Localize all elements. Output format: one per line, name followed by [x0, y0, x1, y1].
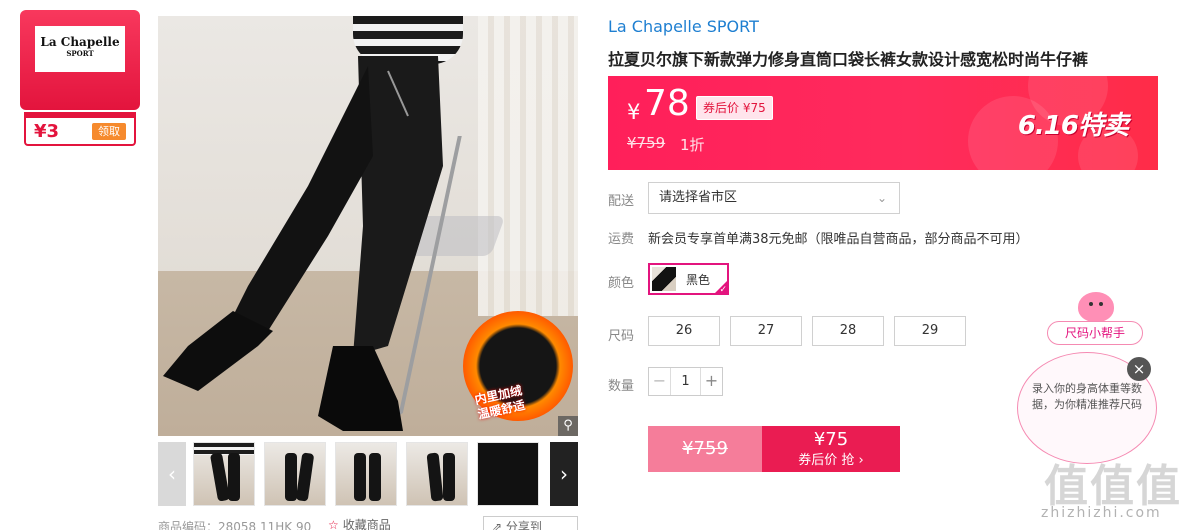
brand-logo: La Chapelle SPORT	[35, 26, 125, 72]
region-select-value: 请选择省市区	[659, 190, 738, 205]
discount-label: 1折	[680, 136, 705, 154]
check-icon: ✓	[719, 285, 727, 295]
thumbnail-1[interactable]	[193, 442, 255, 506]
color-option-label: 黑色	[686, 273, 711, 287]
site-watermark: 值值值 zhizhizhi.com	[1040, 450, 1190, 528]
thumbnail-3[interactable]	[335, 442, 397, 506]
favorite-button[interactable]: ☆ 收藏商品	[328, 516, 391, 530]
brand-logo-name: La Chapelle	[40, 35, 120, 49]
size-option-29[interactable]: 29	[894, 316, 966, 346]
price-symbol: ¥	[627, 100, 641, 124]
coupon-claim-button[interactable]: 领取	[92, 123, 126, 140]
chevron-down-icon: ⌄	[876, 191, 887, 205]
share-button[interactable]: ⇗ 分享到	[483, 516, 578, 530]
thumbnail-5[interactable]	[477, 442, 539, 506]
buy-with-coupon-button[interactable]: ¥75 券后价 抢 ›	[762, 426, 900, 472]
color-swatch	[652, 267, 676, 291]
brand-link[interactable]: La Chapelle SPORT	[608, 17, 759, 36]
main-product-image[interactable]: 内里加绒 温暖舒适 ⚲	[158, 16, 578, 436]
size-helper-text: 录入你的身高体重等数据，为你精准推荐尺码	[1032, 382, 1142, 411]
quantity-plus-button[interactable]: +	[700, 368, 722, 395]
thumbnail-2[interactable]	[264, 442, 326, 506]
coupon-price-badge: 券后价 ¥75	[696, 96, 773, 120]
product-code: 商品编码：28058 11HK 90	[158, 520, 312, 530]
favorite-label: 收藏商品	[342, 518, 391, 530]
size-option-27[interactable]: 27	[730, 316, 802, 346]
shipping-label: 运费	[608, 232, 635, 247]
product-title: 拉夏贝尔旗下新款弹力修身直筒口袋长裤女款设计感宽松时尚牛仔裤	[608, 50, 1089, 69]
mascot-icon[interactable]	[1078, 292, 1114, 322]
price-value: 78	[644, 83, 690, 124]
size-option-26[interactable]: 26	[648, 316, 720, 346]
brand-card[interactable]: La Chapelle SPORT	[20, 10, 140, 110]
original-price: ¥759	[627, 134, 666, 152]
buy-label: 券后价 抢 ›	[798, 453, 864, 468]
buy-price: ¥75	[813, 429, 849, 450]
coupon-amount: ¥3	[34, 121, 60, 142]
thumbnail-next-button[interactable]: ›	[550, 442, 578, 506]
region-select[interactable]: 请选择省市区 ⌄	[648, 182, 900, 214]
price-banner: ¥ 78 券后价 ¥75 ¥759 1折 6.16特卖	[608, 76, 1158, 170]
event-badge: 6.16特卖	[1017, 111, 1129, 141]
size-helper-button[interactable]: 尺码小帮手	[1047, 321, 1143, 345]
share-label: 分享到	[505, 520, 542, 530]
brand-logo-sub: SPORT	[66, 49, 94, 58]
size-option-28[interactable]: 28	[812, 316, 884, 346]
store-coupon[interactable]: ¥3 领取	[24, 112, 136, 146]
quantity-label: 数量	[608, 379, 635, 394]
star-icon: ☆	[328, 518, 339, 530]
size-label: 尺码	[608, 329, 635, 344]
thumbnail-4[interactable]	[406, 442, 468, 506]
close-icon[interactable]: ×	[1127, 357, 1151, 381]
thumbnail-prev-button[interactable]: ‹	[158, 442, 186, 506]
original-price-button[interactable]: ¥759	[648, 426, 762, 472]
share-icon: ⇗	[492, 520, 506, 530]
quantity-minus-button[interactable]: −	[649, 368, 671, 395]
magnify-icon[interactable]: ⚲	[558, 416, 578, 436]
delivery-label: 配送	[608, 194, 635, 209]
color-option-black[interactable]: 黑色 ✓	[648, 263, 729, 295]
watermark-url: zhizhizhi.com	[1041, 505, 1162, 521]
quantity-input[interactable]	[671, 368, 700, 395]
color-label: 颜色	[608, 276, 635, 291]
shipping-text: 新会员专享首单满38元免邮（限唯品自营商品，部分商品不可用）	[648, 232, 1029, 247]
quantity-stepper: − +	[648, 367, 723, 396]
